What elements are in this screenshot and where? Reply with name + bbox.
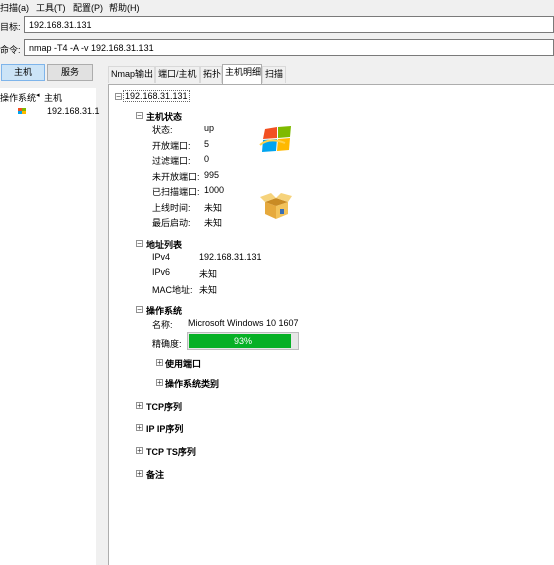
open-box-icon	[260, 193, 292, 219]
filtered-ports-value: 0	[204, 154, 210, 164]
status-label: 状态:	[152, 125, 173, 135]
status-collapse-toggle[interactable]: −	[136, 112, 143, 120]
os-column-header[interactable]: 操作系统	[0, 91, 36, 104]
tcp-seq-title[interactable]: TCP序列	[146, 400, 182, 413]
os-name-label: 名称:	[152, 320, 173, 330]
uptime-value: 未知	[204, 203, 223, 213]
os-section-title: 操作系统	[146, 306, 183, 316]
menu-scan[interactable]: 扫描(a)	[0, 1, 29, 14]
status-section-title: 主机状态	[146, 112, 183, 122]
ip-seq-title[interactable]: IP IP序列	[146, 422, 183, 435]
uptime-label: 上线时间:	[152, 203, 191, 213]
host-list-item[interactable]: 192.168.31.1	[0, 105, 100, 119]
os-accuracy-label: 精确度:	[152, 339, 182, 349]
tab-host-details[interactable]: 主机明细	[222, 64, 262, 84]
os-accuracy-text: 93%	[233, 336, 252, 346]
menu-bar: 扫描(a) 工具(T) 配置(P) 帮助(H)	[0, 0, 554, 13]
mac-value: 未知	[199, 285, 218, 295]
host-list-panel: 操作系统 ◂ 主机 192.168.31.1	[0, 88, 100, 565]
command-input[interactable]: nmap -T4 -A -v 192.168.31.131	[24, 39, 554, 56]
target-label: 目标:	[0, 22, 21, 32]
menu-help[interactable]: 帮助(H)	[109, 1, 140, 14]
target-input[interactable]: 192.168.31.131	[24, 16, 554, 33]
closed-ports-label: 未开放端口:	[152, 172, 200, 182]
status-value: up	[204, 123, 215, 133]
os-class-title[interactable]: 操作系统类别	[165, 377, 219, 390]
open-ports-label: 开放端口:	[152, 141, 191, 151]
mac-label: MAC地址:	[152, 285, 193, 295]
tcp-ts-expand-toggle[interactable]: +	[136, 447, 143, 455]
tab-topology[interactable]: 拓扑	[200, 66, 222, 83]
host-title: 192.168.31.131	[123, 90, 190, 102]
command-label: 命令:	[0, 45, 21, 55]
ipv6-value: 未知	[199, 269, 218, 279]
tab-scans[interactable]: 扫描	[262, 66, 286, 83]
addresses-collapse-toggle[interactable]: −	[136, 240, 143, 248]
hosts-button[interactable]: 主机	[1, 64, 45, 81]
tab-nmap-output[interactable]: Nmap输出	[108, 66, 155, 83]
ip-seq-expand-toggle[interactable]: +	[136, 424, 143, 432]
os-small-icon	[18, 108, 26, 114]
addresses-section-title: 地址列表	[146, 240, 183, 250]
notes-title[interactable]: 备注	[146, 468, 164, 481]
ipv4-label: IPv4	[152, 252, 171, 262]
scanned-ports-value: 1000	[204, 185, 225, 195]
services-button[interactable]: 服务	[47, 64, 93, 81]
os-name-value: Microsoft Windows 10 1607	[188, 318, 299, 328]
tab-ports-hosts[interactable]: 端口/主机	[155, 66, 200, 83]
ipv4-value: 192.168.31.131	[199, 252, 262, 262]
tcp-ts-title[interactable]: TCP TS序列	[146, 445, 196, 458]
os-accuracy-bar: 93%	[187, 332, 299, 350]
filtered-ports-label: 过滤端口:	[152, 156, 191, 166]
scanned-ports-label: 已扫描端口:	[152, 187, 200, 197]
host-details-panel: − 192.168.31.131 − 主机状态 状态: up 开放端口: 5 过…	[108, 84, 554, 565]
notes-expand-toggle[interactable]: +	[136, 470, 143, 478]
os-collapse-toggle[interactable]: −	[136, 306, 143, 314]
windows-logo-icon	[259, 126, 291, 152]
os-class-expand-toggle[interactable]: +	[156, 379, 163, 387]
host-list-ip: 192.168.31.1	[47, 106, 100, 116]
used-ports-title[interactable]: 使用端口	[165, 357, 201, 370]
open-ports-value: 5	[204, 139, 210, 149]
used-ports-expand-toggle[interactable]: +	[156, 359, 163, 367]
sort-arrow-icon: ◂	[36, 92, 40, 99]
last-boot-label: 最后启动:	[152, 218, 191, 228]
menu-tools[interactable]: 工具(T)	[36, 1, 66, 14]
host-column-header[interactable]: 主机	[44, 91, 62, 104]
ipv6-label: IPv6	[152, 267, 171, 277]
last-boot-value: 未知	[204, 218, 223, 228]
tcp-seq-expand-toggle[interactable]: +	[136, 402, 143, 410]
host-collapse-toggle[interactable]: −	[115, 93, 122, 101]
closed-ports-value: 995	[204, 170, 220, 180]
menu-config[interactable]: 配置(P)	[73, 1, 103, 14]
